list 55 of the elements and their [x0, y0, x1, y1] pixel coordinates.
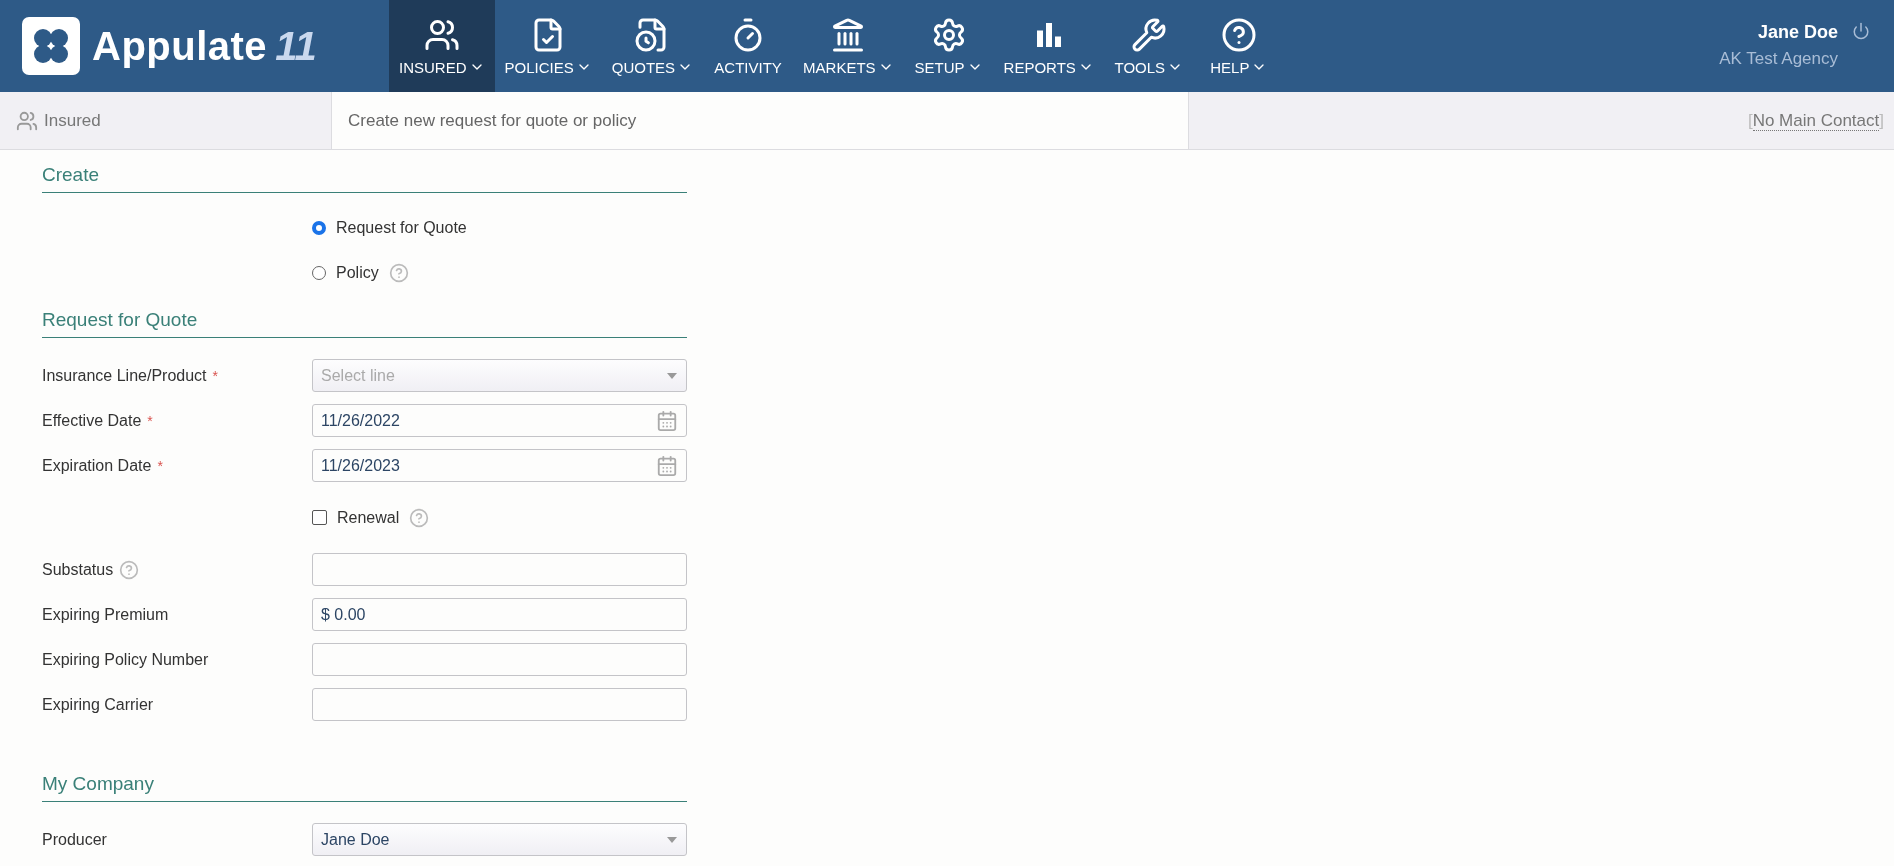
- field-label: Expiring Premium: [42, 605, 169, 624]
- field-label: Substatus: [42, 560, 114, 579]
- field-label: Expiring Policy Number: [42, 650, 209, 669]
- radio-button[interactable]: [312, 265, 326, 280]
- input-field[interactable]: [312, 553, 687, 586]
- section-heading: Request for Quote: [42, 295, 687, 338]
- input-field[interactable]: $ 0.00: [312, 598, 687, 631]
- nav-tab[interactable]: QUOTES: [601, 0, 704, 92]
- required-mark: *: [212, 367, 218, 384]
- field-label: Effective Date: [42, 411, 142, 430]
- required-mark: *: [147, 412, 153, 429]
- nav-tab[interactable]: POLICIES: [494, 0, 602, 92]
- input-field[interactable]: [312, 643, 687, 676]
- help-icon[interactable]: [409, 507, 430, 528]
- nav-tab[interactable]: ACTIVITY: [703, 0, 794, 92]
- calendar-icon[interactable]: [656, 454, 678, 477]
- field-label: Expiration Date: [42, 456, 152, 475]
- required-mark: *: [157, 457, 163, 474]
- section-heading: Create: [42, 150, 687, 193]
- page-title: Create new request for quote or policy: [348, 110, 637, 131]
- logo-name: Appulate: [92, 23, 268, 69]
- nav-tab[interactable]: TOOLS: [1103, 0, 1194, 92]
- calendar-icon[interactable]: [656, 409, 678, 432]
- nav-tab[interactable]: HELP: [1193, 0, 1284, 92]
- checkbox-label: Renewal: [337, 508, 400, 527]
- date-field[interactable]: 11/26/2023: [312, 449, 687, 482]
- field-label: Insurance Line/Product: [42, 366, 207, 385]
- user-name[interactable]: Jane Doe: [1757, 22, 1838, 43]
- help-icon[interactable]: [388, 262, 409, 283]
- select-field[interactable]: Jane Doe: [312, 823, 687, 856]
- caret-icon: [666, 371, 678, 380]
- agency-name: AK Test Agency: [1719, 49, 1838, 69]
- renewal-checkbox[interactable]: [312, 510, 327, 525]
- section-heading: My Company: [42, 759, 687, 802]
- caret-icon: [666, 835, 678, 844]
- power-icon[interactable]: [1852, 22, 1870, 40]
- main-contact-link[interactable]: [No Main Contact]: [1747, 110, 1884, 131]
- section-name: Insured: [44, 110, 101, 131]
- field-label: Expiring Carrier: [42, 695, 154, 714]
- help-icon[interactable]: [119, 559, 140, 580]
- nav-icon: [1220, 16, 1257, 53]
- clover-logo-icon: [22, 17, 80, 75]
- radio-button[interactable]: [312, 220, 326, 235]
- field-label: Producer: [42, 830, 107, 849]
- users-icon: [16, 109, 38, 132]
- nav-tab[interactable]: SETUP: [903, 0, 994, 92]
- nav-tab[interactable]: INSURED: [389, 0, 495, 92]
- nav-tab[interactable]: MARKETS: [793, 0, 904, 92]
- radio-label: Policy: [336, 263, 379, 282]
- input-field[interactable]: [312, 688, 687, 721]
- date-field[interactable]: 11/26/2022: [312, 404, 687, 437]
- nav-tab[interactable]: REPORTS: [993, 0, 1104, 92]
- nav-icon: [1130, 16, 1167, 53]
- logo-version: 11: [275, 23, 317, 69]
- radio-label: Request for Quote: [336, 218, 467, 237]
